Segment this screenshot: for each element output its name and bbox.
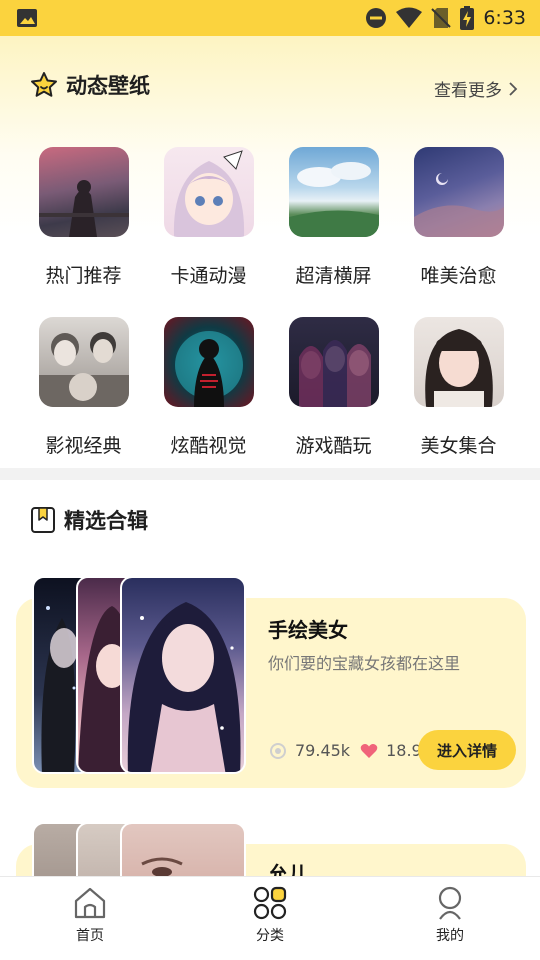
- tab-label: 分类: [256, 928, 284, 944]
- category-thumbnail: [163, 147, 254, 237]
- category-hd-landscape[interactable]: 超清横屏: [271, 147, 396, 288]
- category-thumbnail: [288, 147, 379, 237]
- battery-charging-icon: [460, 6, 475, 30]
- category-label: 唯美治愈: [420, 265, 497, 287]
- category-cool-visual[interactable]: 炫酷视觉: [146, 317, 271, 458]
- collection-subtitle: 你们要的宝藏女孩都在这里: [268, 654, 461, 673]
- category-thumbnail: [413, 147, 504, 237]
- gallery-icon: [17, 9, 37, 27]
- category-icon: [253, 886, 287, 920]
- like-count: 18.9: [386, 741, 422, 760]
- category-cartoon[interactable]: 卡通动漫: [146, 147, 271, 288]
- enter-detail-button[interactable]: 进入详情: [418, 730, 516, 770]
- dynamic-wallpaper-header: 动态壁纸: [30, 70, 150, 100]
- category-label: 炫酷视觉: [170, 435, 247, 457]
- section-title-featured: 精选合辑: [64, 509, 148, 533]
- category-label: 卡通动漫: [170, 265, 247, 287]
- category-thumbnail: [288, 317, 379, 407]
- no-sim-icon: [431, 8, 452, 28]
- do-not-disturb-icon: [366, 8, 387, 28]
- collection-title-text: 手绘美女: [268, 618, 348, 642]
- bottom-tab-bar: 首页 分类 我的: [0, 876, 540, 960]
- profile-icon: [438, 886, 462, 920]
- tab-label: 首页: [76, 928, 104, 944]
- category-label: 热门推荐: [45, 265, 122, 287]
- home-icon: [74, 887, 106, 919]
- category-label: 超清横屏: [295, 265, 372, 287]
- category-hot[interactable]: 热门推荐: [21, 147, 146, 288]
- chevron-right-icon: [509, 81, 518, 96]
- tab-home[interactable]: 首页: [50, 885, 130, 945]
- collection-stats: 79.45k 18.9: [268, 741, 422, 760]
- heart-icon: [360, 743, 378, 758]
- eye-icon: [270, 742, 286, 759]
- category-thumbnail: [163, 317, 254, 407]
- category-thumbnail: [38, 317, 129, 407]
- category-label: 游戏酷玩: [295, 435, 372, 457]
- category-gaming[interactable]: 游戏酷玩: [271, 317, 396, 458]
- bookmark-icon: [31, 507, 55, 533]
- view-more-link[interactable]: 查看更多: [434, 76, 518, 101]
- tab-category[interactable]: 分类: [230, 885, 310, 945]
- status-bar: 6:33: [0, 0, 540, 36]
- tab-profile[interactable]: 我的: [410, 885, 490, 945]
- category-label: 影视经典: [45, 435, 122, 457]
- category-film-classic[interactable]: 影视经典: [21, 317, 146, 458]
- collection-title: 手绘美女: [268, 614, 348, 643]
- featured-header: 精选合辑: [30, 505, 148, 535]
- category-thumbnail: [413, 317, 504, 407]
- tab-label: 我的: [436, 928, 464, 944]
- wifi-icon: [396, 7, 423, 28]
- category-beauty[interactable]: 美女集合: [396, 317, 521, 458]
- star-badge-icon: [31, 72, 57, 97]
- section-divider: [0, 468, 540, 480]
- view-more-label: 查看更多: [434, 81, 502, 101]
- section-title-dynamic-wallpaper: 动态壁纸: [66, 74, 150, 98]
- category-label: 美女集合: [420, 435, 497, 457]
- category-aesthetic[interactable]: 唯美治愈: [396, 147, 521, 288]
- view-count: 79.45k: [295, 741, 351, 760]
- category-thumbnail: [38, 147, 129, 237]
- collection-cover-photo: [120, 576, 246, 774]
- status-time: 6:33: [483, 7, 526, 29]
